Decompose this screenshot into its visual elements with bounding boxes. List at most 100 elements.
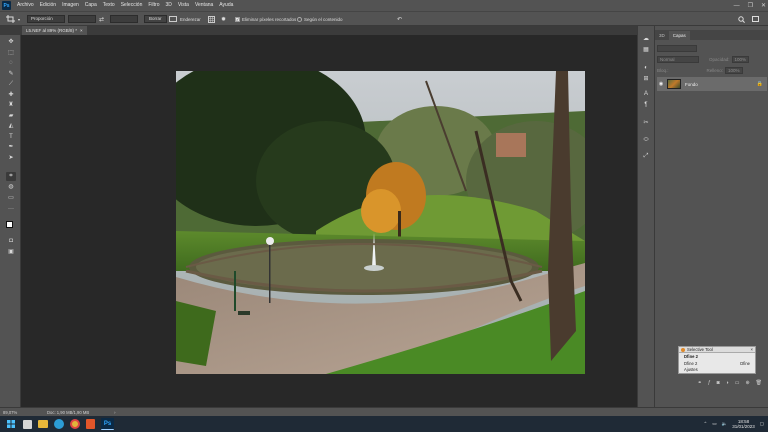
window-controls: — ❐ ✕ [734, 0, 766, 11]
libraries-icon[interactable]: ⬭ [641, 136, 651, 145]
ajustes-item[interactable]: Ajustes [679, 367, 755, 372]
adjustments-icon[interactable]: ⊞ [641, 75, 651, 84]
clear-button[interactable]: Borrar [144, 15, 167, 23]
chrome-icon[interactable] [70, 419, 80, 429]
quick-selection-tool-icon[interactable]: ✎ [6, 70, 16, 79]
paragraph-icon[interactable]: ¶ [641, 101, 651, 110]
volume-icon[interactable]: 🔈 [722, 421, 728, 427]
move-tool-icon[interactable]: ✥ [6, 38, 16, 47]
panel-tabs: 3D Capas [655, 30, 768, 40]
foreground-color-swatch[interactable] [6, 221, 13, 228]
artboard-tool-icon[interactable]: ⬚ [6, 49, 16, 58]
dfine-item-2[interactable]: Dfine 2 Dfine [679, 360, 755, 367]
menu-ventana[interactable]: Ventana [192, 0, 216, 11]
file-explorer-icon[interactable] [38, 420, 48, 428]
network-icon[interactable]: ▭ [712, 421, 716, 427]
fx-icon[interactable]: ƒ [708, 380, 711, 386]
doc-info: Doc: 1,90 MB/1,90 MB [47, 409, 90, 415]
eyedropper-tool-icon[interactable]: ⟋ [6, 80, 16, 89]
gradient-tool-icon[interactable]: ◭ [6, 122, 16, 131]
eye-icon[interactable]: ◉ [657, 81, 665, 87]
fill-value[interactable]: 100% [725, 66, 743, 74]
layer-row[interactable]: ◉ Fondo 🔒 [657, 77, 767, 91]
delete-cropped-checkbox[interactable]: ✓ [235, 16, 240, 22]
photoshop-taskbar-icon[interactable]: Ps [101, 418, 114, 430]
search-icon[interactable] [738, 15, 745, 23]
spot-healing-tool-icon[interactable]: ✚ [6, 91, 16, 100]
brave-icon[interactable] [86, 419, 95, 429]
document-tab[interactable]: L5.NEF al 89% (RGB/8) * × [22, 26, 87, 35]
close-tab-icon[interactable]: × [80, 28, 83, 33]
height-field[interactable] [110, 15, 138, 23]
calendar-app-icon[interactable] [23, 419, 32, 429]
menu-vista[interactable]: Vista [175, 0, 192, 11]
menu-imagen[interactable]: Imagen [59, 0, 82, 11]
gear-icon[interactable]: ✹ [221, 15, 226, 23]
notifications-icon[interactable]: ▢ [760, 421, 764, 427]
content-aware-option[interactable]: Según el contenido [297, 15, 343, 23]
document-image[interactable] [176, 71, 585, 374]
clock[interactable]: 18:58 31/01/2023 [732, 419, 755, 429]
menu-archivo[interactable]: Archivo [14, 0, 37, 11]
mask-icon[interactable]: ◙ [717, 380, 720, 386]
menu-edicion[interactable]: Edición [37, 0, 59, 11]
grid-overlay-icon[interactable] [208, 15, 215, 23]
content-aware-label: Según el contenido [304, 16, 343, 22]
menu-capa[interactable]: Capa [82, 0, 100, 11]
layer-filter-select[interactable] [657, 44, 697, 52]
swap-icon[interactable]: ⇄ [99, 15, 104, 23]
windows-start-icon[interactable] [4, 418, 17, 430]
panel-close-icon[interactable]: × [751, 347, 753, 352]
menu-texto[interactable]: Texto [100, 0, 118, 11]
menu-3d[interactable]: 3D [163, 0, 175, 11]
width-field[interactable] [68, 15, 96, 23]
dfine-item-1[interactable]: Dfine 2 [679, 353, 755, 360]
character-icon[interactable]: A [641, 90, 651, 99]
dfine-item-2-label: Dfine 2 [684, 361, 698, 366]
trash-icon[interactable]: 🗑 [756, 380, 762, 386]
ratio-select[interactable]: Proporción [27, 15, 65, 23]
tab-3d[interactable]: 3D [655, 31, 669, 40]
menu-seleccion[interactable]: Selección [118, 0, 146, 11]
minimize-button[interactable]: — [734, 3, 740, 9]
crop-tool-icon[interactable]: ▾ [6, 15, 20, 23]
delete-cropped-option[interactable]: ✓ Eliminar píxeles recortados [235, 15, 296, 23]
clone-stamp-tool-icon[interactable]: ♜ [6, 101, 16, 110]
menu-ayuda[interactable]: Ayuda [216, 0, 236, 11]
history-icon[interactable]: ☁ [641, 35, 651, 44]
ruler-tool-icon[interactable]: ▭ [6, 194, 16, 203]
more-tools-icon[interactable]: ··· [6, 205, 16, 214]
swatches-icon[interactable]: ▦ [641, 46, 651, 55]
color-icon[interactable]: ◐ [641, 64, 651, 73]
workspace-icon[interactable] [752, 15, 759, 23]
eraser-tool-icon[interactable]: ▰ [6, 112, 16, 121]
photoshop-logo: Ps [2, 1, 11, 10]
screen-mode-icon[interactable]: ▣ [6, 248, 16, 257]
status-menu-icon[interactable]: › [114, 410, 115, 415]
zoom-level[interactable]: 89,07% [3, 410, 39, 415]
paint-bucket-tool-icon[interactable]: ◍ [6, 183, 16, 192]
tray-chevron-icon[interactable]: ⌃ [704, 421, 708, 427]
group-icon[interactable]: ▭ [735, 380, 740, 386]
content-aware-checkbox[interactable] [297, 16, 302, 22]
path-selection-tool-icon[interactable]: ➤ [6, 154, 16, 163]
edge-icon[interactable] [54, 419, 64, 429]
tab-layers[interactable]: Capas [668, 31, 690, 40]
lasso-tool-icon[interactable]: ◌ [6, 59, 16, 68]
straighten-control[interactable]: Enderezar [169, 15, 201, 23]
opacity-value[interactable]: 100% [731, 55, 750, 63]
reset-icon[interactable]: ↶ [397, 15, 402, 23]
link-layers-icon[interactable]: ⚭ [698, 380, 702, 386]
blend-mode-select[interactable]: Normal [657, 55, 699, 63]
crop-tool-icon[interactable]: ⌗ [6, 172, 16, 181]
new-layer-icon[interactable]: ⊕ [745, 380, 749, 386]
close-button[interactable]: ✕ [761, 2, 766, 9]
type-tool-icon[interactable]: T [6, 133, 16, 142]
tools-preset-icon[interactable]: ✂ [641, 119, 651, 128]
menu-filtro[interactable]: Filtro [145, 0, 162, 11]
pen-tool-icon[interactable]: ✒ [6, 143, 16, 152]
quick-mask-icon[interactable]: ◘ [6, 237, 16, 246]
maximize-button[interactable]: ❐ [748, 2, 753, 9]
adjustment-layer-icon[interactable]: ◑ [726, 380, 729, 386]
plugin-icon[interactable]: ⤢ [641, 152, 651, 161]
